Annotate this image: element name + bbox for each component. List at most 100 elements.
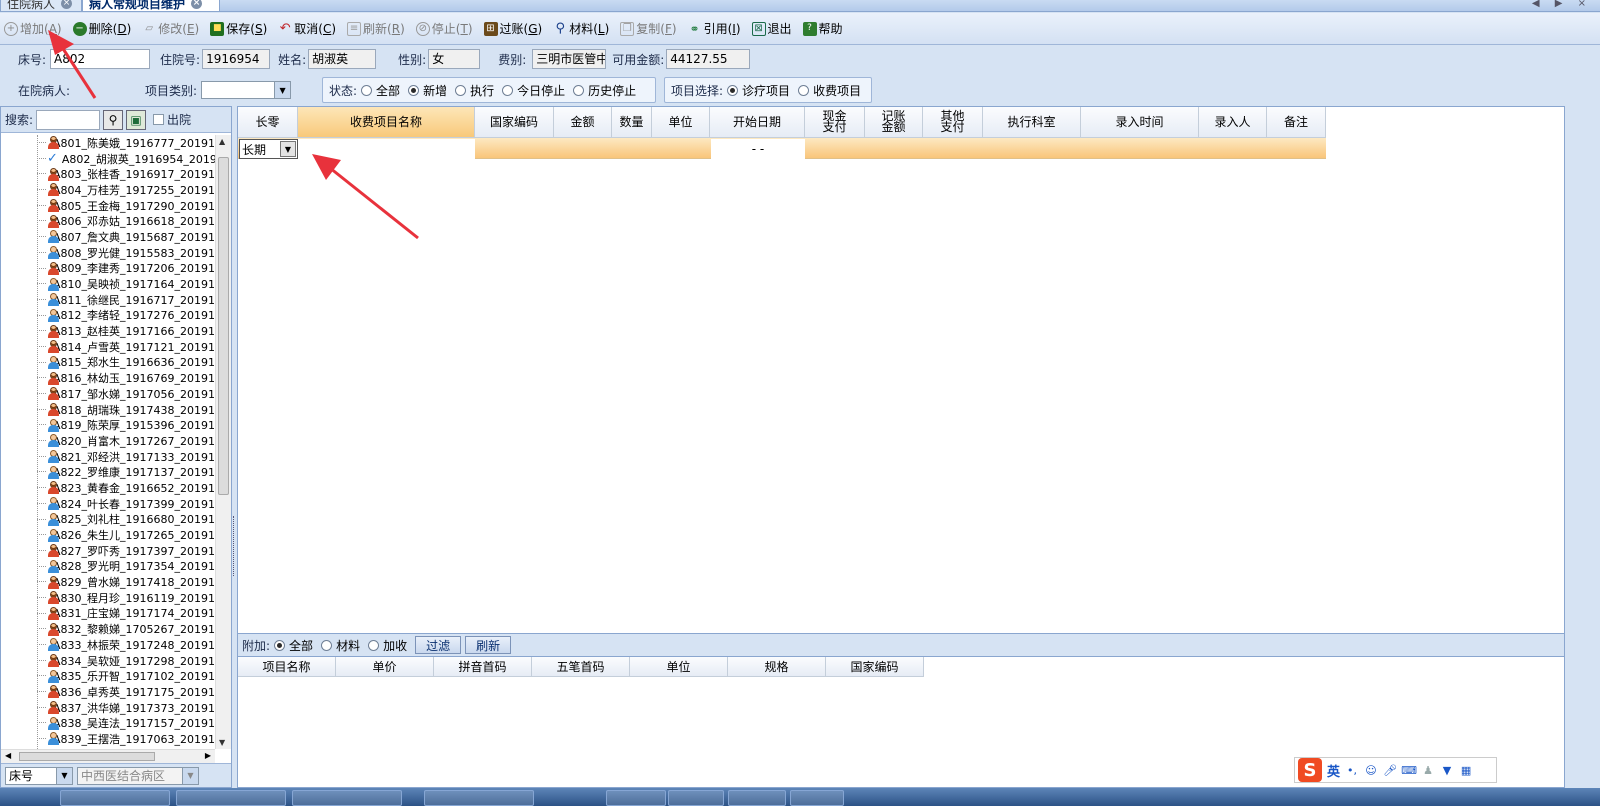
column-header[interactable]: 单价: [336, 657, 434, 677]
column-header[interactable]: 录入人: [1199, 107, 1267, 138]
patient-tree-item[interactable]: A822_罗维康_1917137_20191: [1, 464, 215, 480]
stop-button[interactable]: ⊘ 停止(T): [415, 20, 473, 37]
bed-field[interactable]: A802: [50, 49, 151, 69]
patient-tree-item[interactable]: A839_王摆浩_1917063_20191: [1, 731, 215, 747]
close-icon[interactable]: ×: [61, 0, 73, 9]
scroll-up-icon[interactable]: ▲: [219, 137, 225, 146]
patient-tree-item[interactable]: A805_王金梅_1917290_20191: [1, 198, 215, 214]
tab-inpatients[interactable]: 住院病人 ×: [0, 0, 82, 11]
column-header[interactable]: 拼音首码: [434, 657, 532, 677]
microphone-icon[interactable]: 🎤︎: [1383, 763, 1397, 777]
addon-radio-material[interactable]: 材料: [321, 637, 360, 654]
order-type-combo[interactable]: 长期 ▼: [239, 139, 298, 159]
patient-tree-item[interactable]: A801_陈美娥_1916777_20191: [1, 135, 215, 151]
add-button[interactable]: + 增加(A): [4, 20, 62, 37]
patient-tree-item[interactable]: A825_刘礼柱_1916680_20191: [1, 512, 215, 528]
item-category-dropdown[interactable]: ▼: [201, 81, 292, 99]
patient-tree-item[interactable]: A820_肖富木_1917267_20191: [1, 433, 215, 449]
punctuation-toggle[interactable]: •,: [1345, 763, 1359, 777]
ward-dropdown[interactable]: 中西医结合病区 ▼: [77, 766, 199, 785]
patient-tree-item[interactable]: A818_胡瑞珠_1917438_20191: [1, 402, 215, 418]
status-radio-history-stopped[interactable]: 历史停止: [573, 82, 636, 99]
patient-tree-item[interactable]: A828_罗光明_1917354_20191: [1, 559, 215, 575]
user-icon[interactable]: ♟: [1421, 763, 1435, 777]
exit-button[interactable]: ⊠ 退出: [751, 20, 792, 37]
patient-tree-item[interactable]: A838_吴连法_1917157_20191: [1, 715, 215, 731]
patient-tree-item[interactable]: A806_邓赤姑_1916618_20191: [1, 213, 215, 229]
search-button[interactable]: ⚲: [103, 109, 124, 130]
taskbar-item[interactable]: [60, 790, 170, 806]
patient-tree-item[interactable]: A827_罗吓秀_1917397_20191: [1, 543, 215, 559]
addon-radio-surcharge[interactable]: 加收: [368, 637, 407, 654]
refresh-button[interactable]: 刷新: [465, 636, 512, 654]
splitter-grip[interactable]: [233, 516, 236, 576]
patient-tree-item[interactable]: A837_洪华娣_1917373_20191: [1, 700, 215, 716]
patient-tree-item[interactable]: A824_叶长春_1917399_20191: [1, 496, 215, 512]
taskbar-item[interactable]: [606, 790, 666, 806]
patient-tree-item[interactable]: A808_罗光健_1915583_20191: [1, 245, 215, 261]
column-header[interactable]: 数量: [612, 107, 652, 138]
patient-tree-item[interactable]: A812_李绪轻_1917276_20191: [1, 308, 215, 324]
column-header[interactable]: 规格: [728, 657, 826, 677]
column-header[interactable]: 国家编码: [826, 657, 924, 677]
column-header[interactable]: 执行科室: [983, 107, 1081, 138]
taskbar-item[interactable]: [790, 790, 844, 806]
horizontal-scrollbar[interactable]: ◀ ▶: [1, 749, 215, 763]
patient-tree-item[interactable]: ✓ A802_胡淑英_1916954_20191: [1, 151, 215, 167]
column-header[interactable]: 现金 支付: [805, 107, 865, 138]
patient-tree-item[interactable]: A817_邹水娣_1917056_20191: [1, 386, 215, 402]
tab-routine-items[interactable]: 病人常规项目维护 ×: [82, 0, 220, 11]
filter-button[interactable]: 过滤: [415, 636, 462, 654]
status-radio-stopped-today[interactable]: 今日停止: [502, 82, 565, 99]
taskbar-item[interactable]: [424, 790, 534, 806]
patient-tree-item[interactable]: A807_詹文典_1915687_20191: [1, 229, 215, 245]
scroll-down-icon[interactable]: ▼: [219, 738, 225, 747]
save-button[interactable]: ■ 保存(S): [210, 20, 267, 37]
patient-tree-item[interactable]: A809_李建秀_1917206_20191: [1, 261, 215, 277]
column-header[interactable]: 单位: [630, 657, 728, 677]
taskbar-item[interactable]: [728, 790, 786, 806]
delete-button[interactable]: − 删除(D): [72, 20, 131, 37]
close-icon[interactable]: ×: [191, 0, 203, 9]
taskbar-item[interactable]: [668, 790, 724, 806]
column-header[interactable]: 金额: [554, 107, 612, 138]
locate-button[interactable]: ▣: [126, 109, 147, 130]
patient-tree-item[interactable]: A819_陈荣厚_1915396_20191: [1, 417, 215, 433]
patient-tree-item[interactable]: A831_庄宝娣_1917174_20191: [1, 606, 215, 622]
material-button[interactable]: ⚲ 材料(L): [553, 20, 609, 37]
item-name-cell[interactable]: [298, 139, 475, 159]
taskbar-item[interactable]: [176, 790, 286, 806]
column-header[interactable]: 收费项目名称: [298, 107, 475, 138]
patient-tree-item[interactable]: A814_卢雪英_1917121_20191: [1, 339, 215, 355]
sort-dropdown[interactable]: 床号 ▼: [5, 766, 73, 785]
patient-tree-item[interactable]: A804_万桂芳_1917255_20191: [1, 182, 215, 198]
status-radio-new[interactable]: 新增: [408, 82, 447, 99]
cancel-button[interactable]: ↶ 取消(C): [278, 20, 336, 37]
column-header[interactable]: 开始日期: [710, 107, 805, 138]
scrollbar-thumb[interactable]: [218, 157, 229, 495]
column-header[interactable]: 备注: [1267, 107, 1326, 138]
column-header[interactable]: 国家编码: [475, 107, 554, 138]
item-radio-treatment[interactable]: 诊疗项目: [727, 82, 790, 99]
column-header[interactable]: 五笔首码: [532, 657, 630, 677]
patient-tree-item[interactable]: A810_吴映祯_1917164_20191: [1, 276, 215, 292]
patient-tree-item[interactable]: A815_郑水生_1916636_20191: [1, 355, 215, 371]
patient-tree-item[interactable]: A821_邓经洪_1917133_20191: [1, 449, 215, 465]
sogou-logo[interactable]: S: [1298, 758, 1322, 782]
copy-button[interactable]: ❐ 复制(F): [620, 20, 677, 37]
patient-tree-item[interactable]: A823_黄春金_1916652_20191: [1, 480, 215, 496]
patient-tree-item[interactable]: A830_程月珍_1916119_20191: [1, 590, 215, 606]
patient-tree-item[interactable]: A834_吴软娅_1917298_20191: [1, 653, 215, 669]
column-header[interactable]: 录入时间: [1081, 107, 1199, 138]
column-header[interactable]: 单位: [652, 107, 710, 138]
column-header[interactable]: 记账 金额: [865, 107, 923, 138]
scroll-left-icon[interactable]: ◀: [5, 751, 11, 760]
column-header[interactable]: 其他 支付: [923, 107, 983, 138]
toolbox-icon[interactable]: ▦: [1459, 763, 1473, 777]
column-header[interactable]: 项目名称: [238, 657, 336, 677]
status-radio-executing[interactable]: 执行: [455, 82, 494, 99]
scrollbar-thumb[interactable]: [19, 752, 155, 761]
patient-tree-item[interactable]: A816_林幼玉_1916769_20191: [1, 370, 215, 386]
patient-tree-item[interactable]: A813_赵桂英_1917166_20191: [1, 323, 215, 339]
scroll-right-icon[interactable]: ▶: [205, 751, 211, 760]
